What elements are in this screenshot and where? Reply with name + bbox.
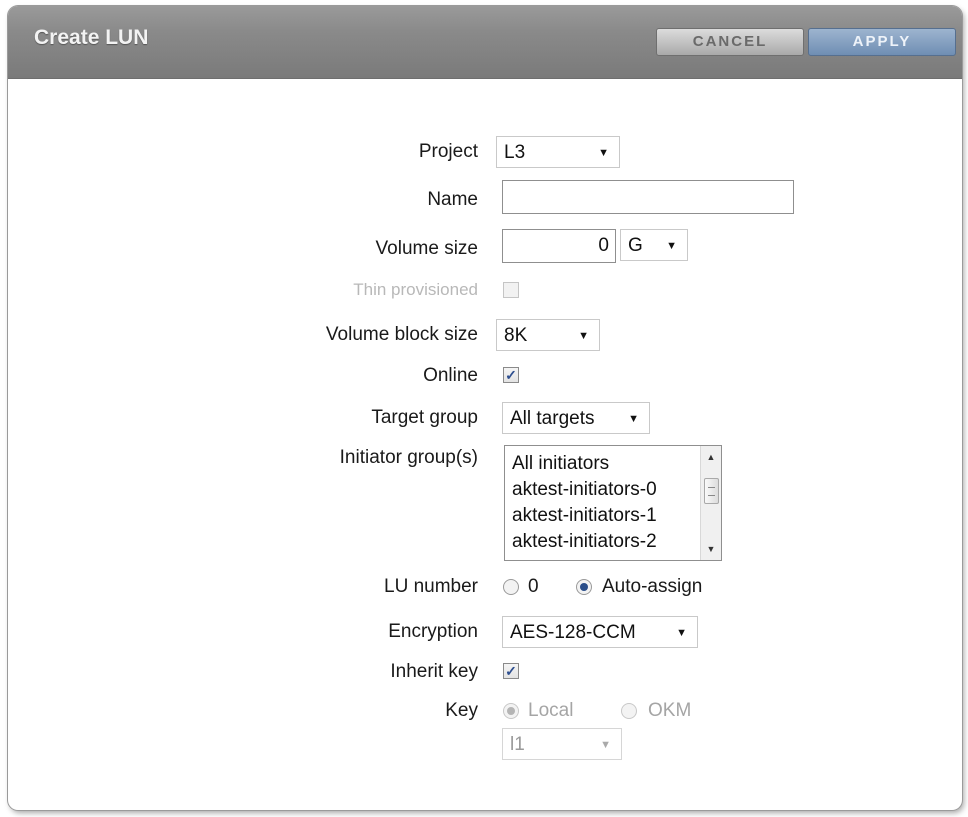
chevron-down-icon: ▼ (578, 330, 589, 342)
volume-size-label: Volume size (375, 238, 478, 259)
encryption-value: AES-128-CCM (510, 622, 636, 643)
volume-size-field[interactable]: 0 (502, 229, 616, 263)
initiator-groups-label: Initiator group(s) (339, 447, 478, 468)
volume-block-size-value: 8K (504, 325, 528, 346)
checkmark-icon: ✓ (505, 367, 517, 383)
create-lun-dialog: Create LUN CANCEL APPLY Project L3 ▼ Nam… (8, 6, 962, 810)
inherit-key-label: Inherit key (390, 661, 478, 682)
key-radio-okm[interactable] (621, 703, 637, 719)
volume-block-size-select[interactable]: 8K ▼ (496, 319, 600, 351)
list-item[interactable]: All initiators (512, 453, 609, 475)
list-item[interactable]: aktest-initiators-1 (512, 505, 657, 527)
encryption-select[interactable]: AES-128-CCM ▼ (502, 616, 698, 648)
scroll-thumb[interactable] (704, 478, 719, 504)
project-select[interactable]: L3 ▼ (496, 136, 620, 168)
lu-number-option-0: 0 (528, 576, 539, 597)
keystore-select[interactable]: l1 ▼ (502, 728, 622, 760)
keystore-value: l1 (510, 734, 525, 755)
chevron-down-icon: ▼ (666, 240, 677, 252)
chevron-down-icon: ▼ (628, 413, 639, 425)
lu-number-option-auto: Auto-assign (602, 576, 703, 597)
encryption-label: Encryption (388, 621, 478, 642)
lu-number-radio-auto[interactable] (576, 579, 592, 595)
project-value: L3 (504, 142, 526, 163)
cancel-button[interactable]: CANCEL (656, 28, 804, 56)
online-label: Online (423, 365, 478, 386)
list-item[interactable]: aktest-initiators-2 (512, 531, 657, 553)
scroll-down-icon[interactable]: ▼ (701, 544, 721, 554)
key-option-local: Local (528, 700, 574, 721)
key-radio-local[interactable] (503, 703, 519, 719)
chevron-down-icon: ▼ (676, 627, 687, 639)
online-checkbox[interactable]: ✓ (503, 367, 519, 383)
target-group-select[interactable]: All targets ▼ (502, 402, 650, 434)
chevron-down-icon: ▼ (600, 739, 611, 751)
dialog-title: Create LUN (34, 26, 149, 49)
target-group-label: Target group (371, 407, 478, 428)
thin-provisioned-label: Thin provisioned (353, 280, 478, 299)
volume-unit-select[interactable]: G ▼ (620, 229, 688, 261)
target-group-value: All targets (510, 408, 595, 429)
apply-button[interactable]: APPLY (808, 28, 956, 56)
list-scrollbar[interactable]: ▲ ▼ (700, 446, 721, 560)
scroll-up-icon[interactable]: ▲ (701, 452, 721, 462)
key-option-okm: OKM (648, 700, 692, 721)
name-field[interactable] (502, 180, 794, 214)
list-item[interactable]: aktest-initiators-0 (512, 479, 657, 501)
name-label: Name (427, 189, 478, 210)
chevron-down-icon: ▼ (598, 147, 609, 159)
checkmark-icon: ✓ (505, 663, 517, 679)
lu-number-radio-0[interactable] (503, 579, 519, 595)
thin-provisioned-checkbox[interactable] (503, 282, 519, 298)
initiator-groups-list[interactable]: All initiators aktest-initiators-0 aktes… (504, 445, 722, 561)
project-label: Project (418, 141, 478, 162)
inherit-key-checkbox[interactable]: ✓ (503, 663, 519, 679)
volume-block-size-label: Volume block size (325, 324, 478, 345)
lu-number-label: LU number (384, 576, 478, 597)
dialog-title-bar: Create LUN CANCEL APPLY (8, 6, 962, 79)
volume-unit-value: G (628, 235, 643, 256)
key-label: Key (445, 700, 478, 721)
